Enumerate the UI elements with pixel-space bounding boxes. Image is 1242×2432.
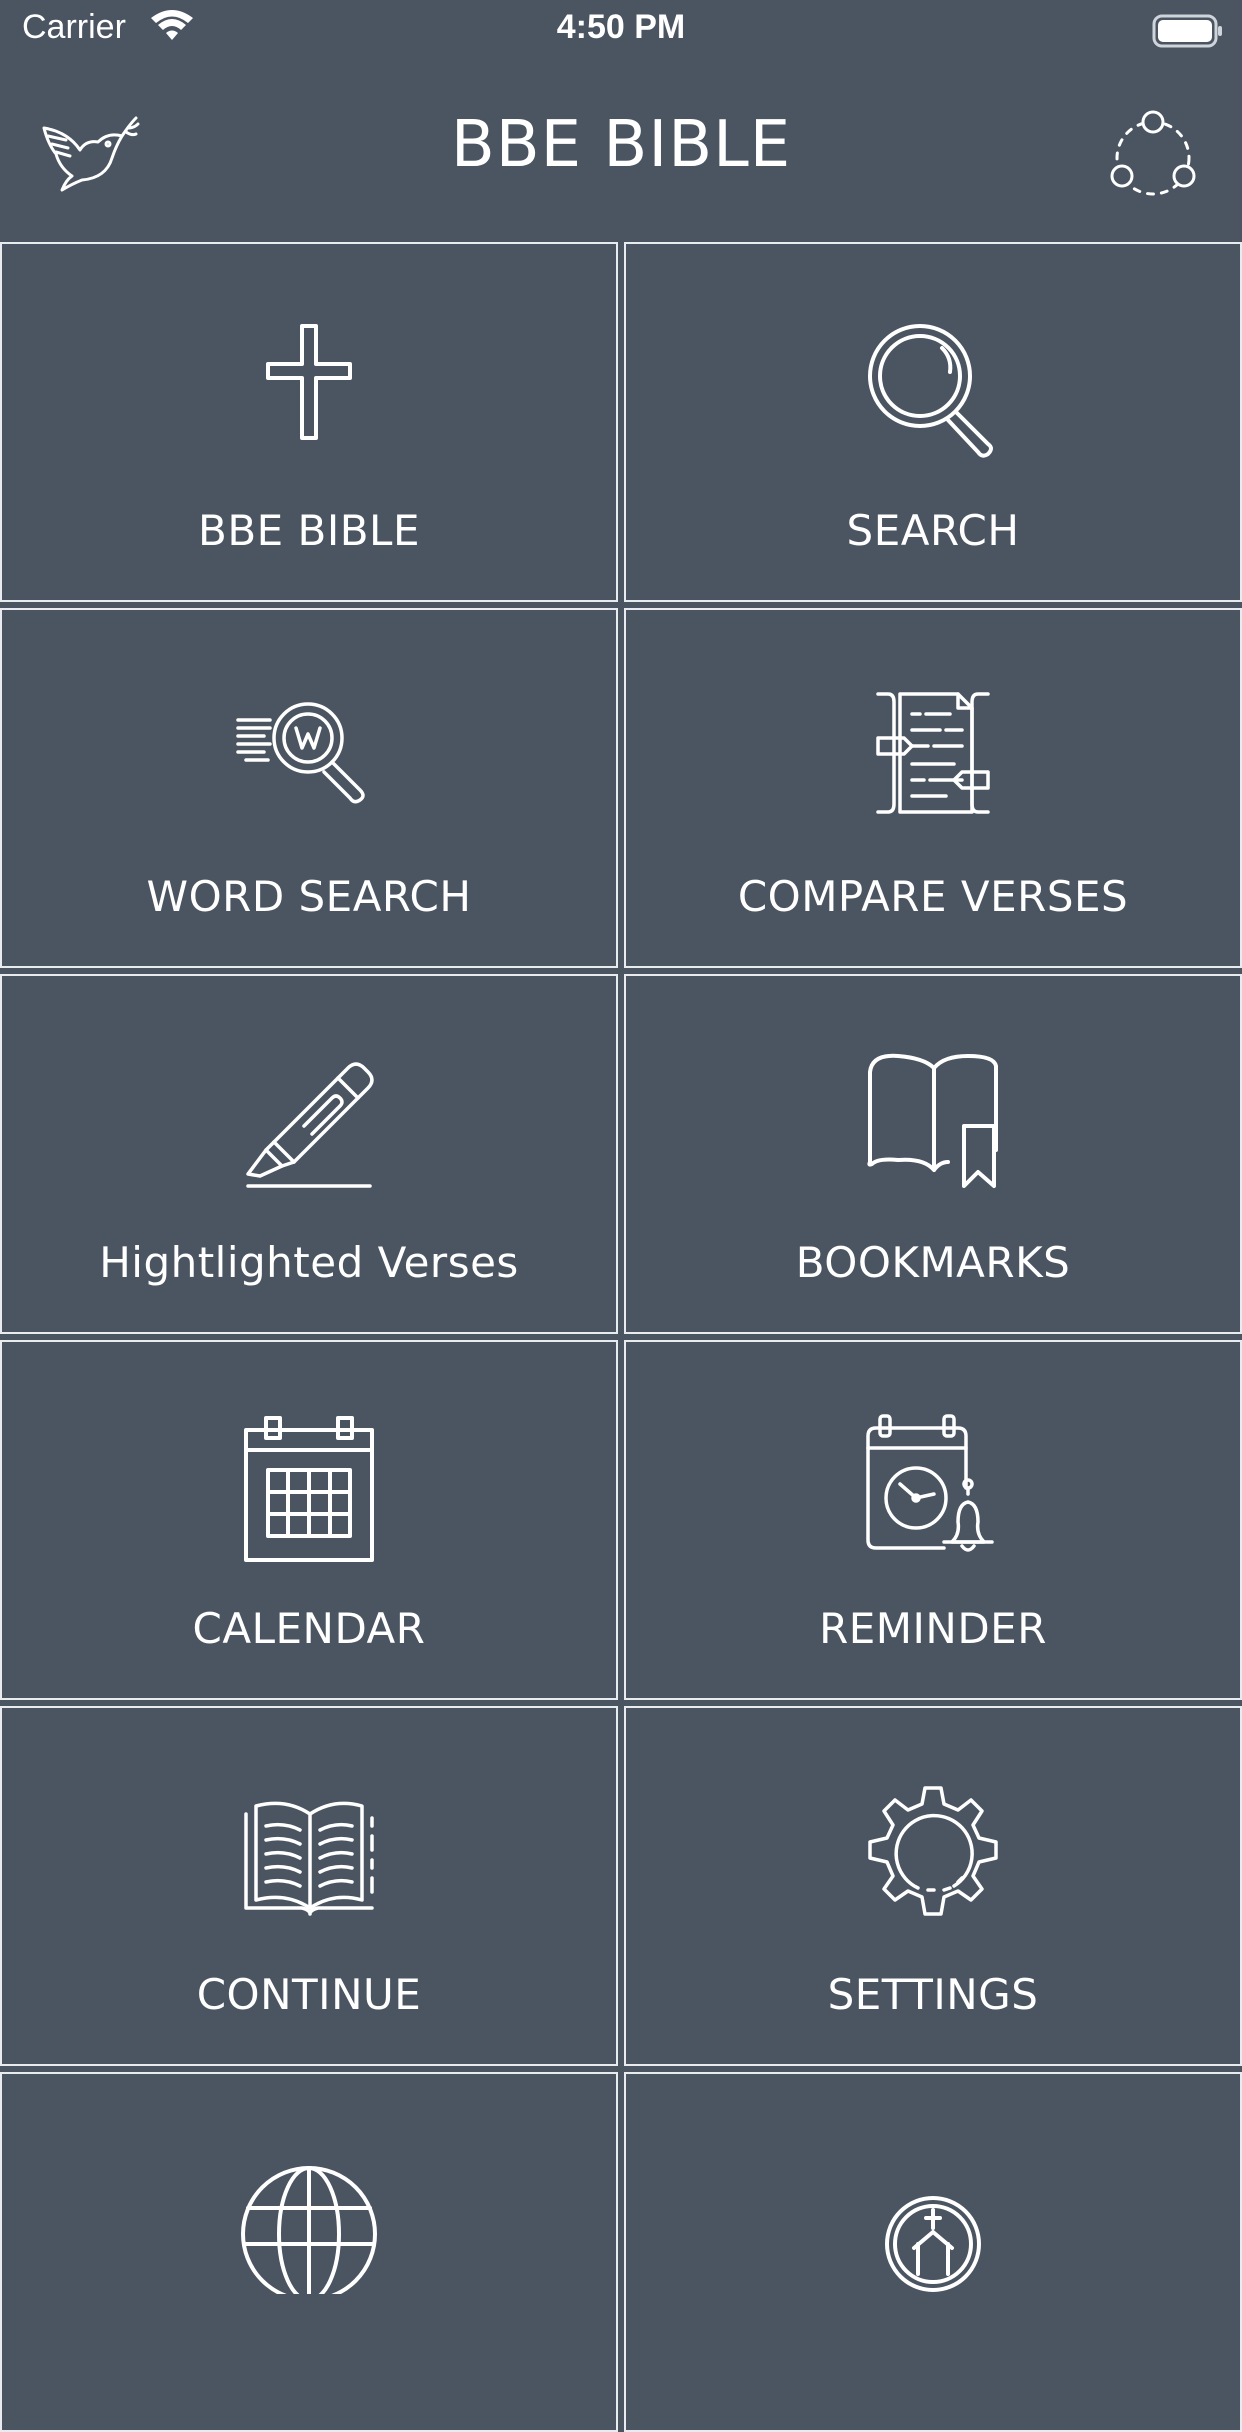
word-search-icon (234, 680, 384, 830)
tile-word-search[interactable]: WORD SEARCH (0, 608, 618, 968)
tile-bbe-bible[interactable]: BBE BIBLE (0, 242, 618, 602)
tile-label: SEARCH (846, 506, 1020, 555)
tile-label: BBE BIBLE (198, 506, 420, 555)
tile-bookmarks[interactable]: BOOKMARKS (624, 974, 1242, 1334)
status-bar: Carrier 4:50 PM (0, 0, 1242, 62)
tile-search[interactable]: SEARCH (624, 242, 1242, 602)
tile-continue[interactable]: CONTINUE (0, 1706, 618, 2066)
tile-church[interactable] (624, 2072, 1242, 2432)
tile-label: WORD SEARCH (146, 872, 472, 921)
tile-label: REMINDER (819, 1604, 1047, 1653)
share-icon[interactable] (1105, 104, 1201, 200)
gear-icon (858, 1778, 1008, 1928)
tile-highlighted-verses[interactable]: Hightlighted Verses (0, 974, 618, 1334)
tile-label: CALENDAR (192, 1604, 426, 1653)
tile-language[interactable] (0, 2072, 618, 2432)
tile-label: COMPARE VERSES (737, 872, 1129, 921)
tile-label: Hightlighted Verses (99, 1238, 519, 1287)
highlighter-icon (234, 1046, 384, 1196)
tile-settings[interactable]: SETTINGS (624, 1706, 1242, 2066)
calendar-icon (234, 1412, 384, 1562)
cross-icon (234, 314, 384, 464)
page-title: BBE BIBLE (450, 108, 792, 182)
compare-document-icon (858, 680, 1008, 830)
book-bookmark-icon (858, 1046, 1008, 1196)
globe-icon (234, 2144, 384, 2294)
tile-label: SETTINGS (827, 1970, 1039, 2019)
magnifier-icon (858, 314, 1008, 464)
tile-reminder[interactable]: REMINDER (624, 1340, 1242, 1700)
navigation-bar: BBE BIBLE (0, 62, 1242, 242)
open-book-icon (234, 1778, 384, 1928)
tile-label: CONTINUE (196, 1970, 422, 2019)
battery-icon (1152, 14, 1224, 48)
tile-calendar[interactable]: CALENDAR (0, 1340, 618, 1700)
church-icon (858, 2144, 1008, 2294)
tile-compare-verses[interactable]: COMPARE VERSES (624, 608, 1242, 968)
clock-time: 4:50 PM (556, 8, 686, 46)
calendar-clock-bell-icon (858, 1412, 1008, 1562)
tile-label: BOOKMARKS (795, 1238, 1071, 1287)
